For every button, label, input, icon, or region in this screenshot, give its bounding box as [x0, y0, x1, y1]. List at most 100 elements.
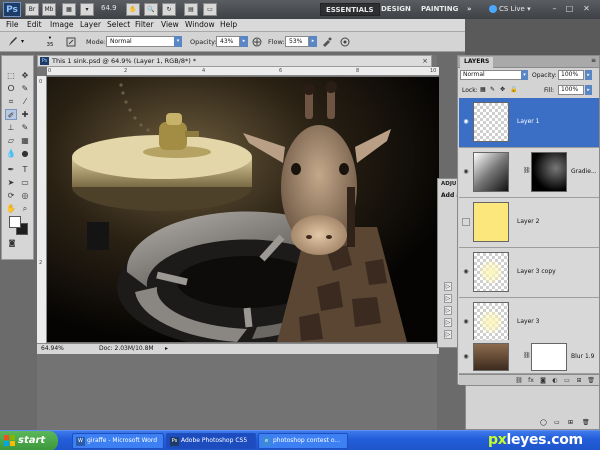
arrange-documents-button[interactable]: ▤ [184, 3, 198, 16]
shape-tool-icon[interactable]: ▭ [19, 177, 31, 188]
mode-dropdown-icon[interactable]: ▾ [174, 36, 182, 47]
adjustment-preset-arrow-icon[interactable]: ▷ [444, 318, 452, 327]
start-button[interactable]: start [0, 431, 58, 450]
type-tool-icon[interactable]: T [19, 164, 31, 175]
zoom-tool-button[interactable]: 🔍 [144, 3, 158, 16]
3d-orbit-tool-icon[interactable]: ◎ [19, 190, 31, 201]
visibility-eye-icon[interactable]: ◉ [462, 118, 470, 126]
add-mask-icon[interactable]: ◙ [539, 377, 547, 384]
pressure-opacity-icon[interactable] [252, 37, 262, 47]
close-window-icon[interactable]: ✕ [580, 3, 593, 15]
zoom-level[interactable]: 64.9 [101, 4, 117, 12]
taskbar-item-word[interactable]: W giraffe - Microsoft Word [72, 433, 164, 449]
zoom-percentage[interactable]: 64.94% [41, 344, 64, 354]
healing-brush-tool-icon[interactable]: ✚ [19, 109, 31, 120]
adjustment-preset-arrow-icon[interactable]: ▷ [444, 330, 452, 339]
marquee-tool-icon[interactable]: ⬚ [5, 70, 17, 81]
lock-transparent-icon[interactable]: ▦ [480, 86, 486, 93]
document-info[interactable]: Doc: 2.03M/10.8M [99, 344, 154, 354]
layer-opacity-input[interactable]: 100% [558, 70, 584, 80]
new-layer-icon[interactable]: ⊞ [575, 377, 583, 384]
view-extras-button[interactable]: ▦ [62, 3, 76, 16]
layer-row-layer-2[interactable]: ◉ Layer 2 [459, 198, 599, 248]
brush-tool-icon[interactable] [8, 37, 18, 47]
more-workspaces-button[interactable]: » [462, 3, 477, 16]
zoom-level-dropdown-icon[interactable]: ▾ [80, 3, 94, 16]
menu-image[interactable]: Image [50, 20, 74, 29]
crop-tool-icon[interactable]: ⌗ [5, 96, 17, 107]
link-icon[interactable]: ⛓ [523, 167, 531, 174]
visibility-eye-icon[interactable]: ◉ [462, 318, 470, 326]
visibility-eye-icon[interactable]: ◉ [462, 168, 470, 176]
clone-stamp-tool-icon[interactable]: ⊥ [5, 122, 17, 133]
airbrush-icon[interactable] [322, 37, 332, 47]
menu-edit[interactable]: Edit [27, 20, 42, 29]
blend-mode-dropdown-icon[interactable]: ▾ [521, 70, 528, 80]
workspace-design[interactable]: DESIGN [376, 3, 416, 16]
adjustment-preset-arrow-icon[interactable]: ▷ [444, 294, 452, 303]
document-tab[interactable]: Ps This 1 sink.psd @ 64.9% (Layer 1, RGB… [37, 55, 432, 67]
document-canvas[interactable] [47, 77, 439, 342]
visibility-eye-icon-hidden[interactable]: ◉ [462, 218, 470, 226]
cs-live-menu[interactable]: CS Live ▾ [489, 3, 531, 16]
move-tool-icon[interactable]: ✥ [19, 70, 31, 81]
taskbar-item-browser[interactable]: e photoshop contest o... [258, 433, 348, 449]
layer-row-gradient[interactable]: ◉ ⛓ Gradie... [459, 148, 599, 198]
panel-footer-button-icon[interactable]: 🗑 [582, 419, 590, 426]
menu-select[interactable]: Select [107, 20, 130, 29]
opacity-slider-toggle-icon[interactable]: ▸ [240, 36, 248, 47]
status-menu-arrow-icon[interactable]: ▸ [165, 344, 168, 354]
foreground-color-swatch[interactable] [9, 216, 21, 228]
pressure-size-icon[interactable] [340, 37, 350, 47]
layer-mask-thumbnail[interactable] [531, 152, 567, 192]
blur-tool-icon[interactable]: 💧 [5, 148, 17, 159]
fill-slider-icon[interactable]: ▸ [585, 85, 592, 95]
layer-row-layer-1[interactable]: ◉ Layer 1 [459, 98, 599, 148]
lasso-tool-icon[interactable]: ⵔ [5, 83, 17, 94]
new-group-icon[interactable]: ▭ [563, 377, 571, 384]
3d-rotate-tool-icon[interactable]: ⟳ [5, 190, 17, 201]
minimize-icon[interactable]: – [548, 3, 561, 15]
mode-select[interactable]: Normal [106, 36, 178, 47]
maximize-icon[interactable]: □ [563, 3, 576, 15]
eraser-tool-icon[interactable]: ▱ [5, 135, 17, 146]
visibility-eye-icon[interactable]: ◉ [462, 353, 470, 361]
opacity-input[interactable]: 43% [216, 36, 240, 47]
workspace-painting[interactable]: PAINTING [416, 3, 463, 16]
panel-footer-button-icon[interactable]: ◯ [540, 419, 547, 426]
gradient-tool-icon[interactable]: ▦ [19, 135, 31, 146]
zoom-tool-icon[interactable]: ⌕ [19, 203, 31, 214]
rotate-view-button[interactable]: ↻ [162, 3, 176, 16]
mini-bridge-button[interactable]: Mb [42, 3, 56, 16]
lock-all-icon[interactable]: 🔒 [510, 86, 517, 93]
menu-view[interactable]: View [161, 20, 179, 29]
panel-footer-button-icon[interactable]: ▭ [554, 419, 560, 426]
menu-window[interactable]: Window [185, 20, 215, 29]
flow-input[interactable]: 53% [285, 36, 309, 47]
quick-mask-icon[interactable]: ◙ [6, 238, 18, 249]
brush-panel-toggle-icon[interactable] [66, 37, 76, 47]
lock-image-icon[interactable]: ✎ [490, 86, 495, 93]
history-brush-tool-icon[interactable]: ✎ [19, 122, 31, 133]
path-selection-tool-icon[interactable]: ➤ [5, 177, 17, 188]
brush-size-picker[interactable]: • 35 [42, 34, 58, 50]
trash-icon[interactable]: 🗑 [587, 377, 595, 384]
bridge-button[interactable]: Br [25, 3, 39, 16]
adjustment-preset-arrow-icon[interactable]: ▷ [444, 306, 452, 315]
taskbar-item-photoshop[interactable]: Ps Adobe Photoshop CS5 [166, 433, 256, 449]
menu-filter[interactable]: Filter [135, 20, 154, 29]
link-icon[interactable]: ⛓ [523, 352, 531, 359]
lock-position-icon[interactable]: ✥ [500, 86, 505, 93]
pen-tool-icon[interactable]: ✒ [5, 164, 17, 175]
adjustment-layer-icon[interactable]: ◐ [551, 377, 559, 384]
layer-blend-mode-select[interactable]: Normal [460, 70, 528, 80]
menu-file[interactable]: File [6, 20, 19, 29]
layer-opacity-slider-icon[interactable]: ▸ [585, 70, 592, 80]
panel-footer-button-icon[interactable]: ⊞ [568, 419, 573, 426]
brush-preset-dropdown-icon[interactable]: ▾ [21, 38, 24, 45]
panel-menu-icon[interactable]: ≡ [591, 57, 596, 64]
adjustments-panel-title[interactable]: ADJU [441, 181, 456, 187]
hand-tool-button[interactable]: ✋ [126, 3, 140, 16]
screen-mode-button[interactable]: ▭ [203, 3, 217, 16]
brush-tool-icon-active[interactable]: ✐ [5, 109, 17, 120]
